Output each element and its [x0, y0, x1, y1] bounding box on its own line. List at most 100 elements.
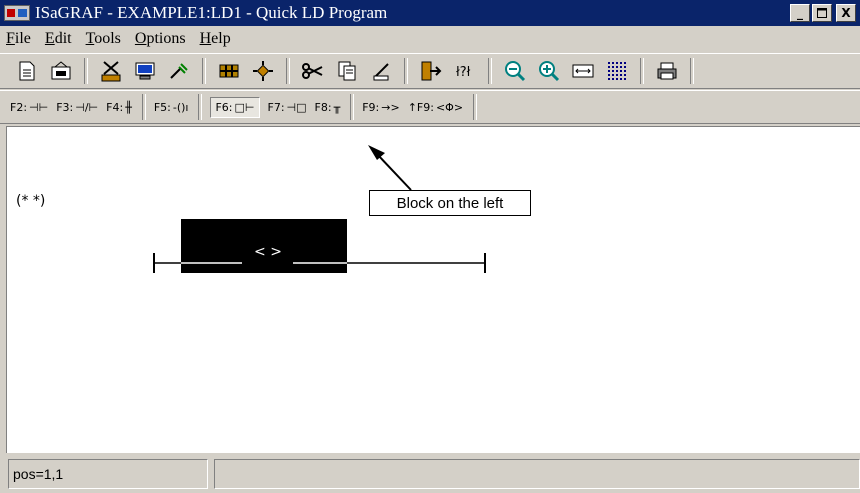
- f8-key-label: F8:: [314, 100, 332, 114]
- toolbar-separator: [350, 94, 355, 120]
- maximize-button[interactable]: [812, 4, 832, 22]
- title-bar[interactable]: ISaGRAF - EXAMPLE1:LD1 - Quick LD Progra…: [0, 0, 860, 26]
- cut-variables-icon[interactable]: [99, 59, 123, 83]
- close-button[interactable]: X: [836, 4, 856, 22]
- f2-key-label: F2:: [10, 100, 28, 114]
- f4-parallel-contact-button[interactable]: F4: ╫: [106, 101, 132, 114]
- toolbar-separator: [286, 58, 290, 84]
- label-icon: <Φ>: [435, 100, 464, 114]
- toolbar-separator: [640, 58, 644, 84]
- f2-contact-button[interactable]: F2: ⊣⊢: [10, 101, 48, 114]
- find-icon[interactable]: ł?ł: [453, 59, 477, 83]
- zoom-in-icon[interactable]: [537, 59, 561, 83]
- shift-f9-key-label: ↑F9:: [407, 100, 434, 114]
- f8-parallel-block-button[interactable]: F8: ╥: [315, 101, 341, 114]
- menu-file[interactable]: File: [0, 30, 38, 48]
- toolbar-separator: [84, 58, 88, 84]
- grid-dot: [624, 74, 626, 76]
- f3-negated-contact-button[interactable]: F3: ⊣/⊢: [56, 101, 98, 114]
- grid-dot: [608, 70, 610, 72]
- jump-icon: →>: [381, 100, 400, 114]
- resize-icon[interactable]: [571, 59, 595, 83]
- grid-dot: [608, 66, 610, 68]
- main-toolbar: ł?ł: [0, 53, 860, 89]
- svg-text:ł?ł: ł?ł: [456, 65, 471, 80]
- f7-block-right-button[interactable]: F7: ⊣□: [268, 101, 307, 114]
- copy-icon[interactable]: [335, 59, 359, 83]
- grid-dot: [612, 66, 614, 68]
- f5-key-label: F5:: [153, 100, 171, 114]
- grid-table-icon[interactable]: [217, 59, 241, 83]
- scissors-icon[interactable]: [301, 59, 325, 83]
- toolbar-separator: [488, 58, 492, 84]
- grid-dot: [616, 66, 618, 68]
- ld-function-key-toolbar: F2: ⊣⊢ F3: ⊣/⊢ F4: ╫ F5: -()ı F6: □⊢ F7: ⊣□ F8…: [0, 90, 860, 124]
- toolbar-separator: [202, 58, 206, 84]
- grid-dot: [620, 66, 622, 68]
- toolbar-separator: [198, 94, 203, 120]
- parallel-contact-icon: ╫: [125, 100, 132, 114]
- paste-icon[interactable]: [369, 59, 393, 83]
- f7-key-label: F7:: [267, 100, 285, 114]
- grid-dot: [620, 74, 622, 76]
- grid-dot: [608, 74, 610, 76]
- grid-dot: [608, 62, 610, 64]
- menu-edit-mnemonic: E: [44, 29, 55, 47]
- block-right-icon: ⊣□: [286, 100, 307, 114]
- goto-icon[interactable]: [419, 59, 443, 83]
- grid-dot: [608, 78, 610, 80]
- isagraf-app-icon[interactable]: [4, 5, 30, 21]
- maximize-icon: [817, 8, 827, 18]
- print-icon[interactable]: [655, 59, 679, 83]
- grid-dots-icon[interactable]: [605, 59, 629, 83]
- menu-options[interactable]: Options: [128, 30, 193, 48]
- minimize-button[interactable]: _: [790, 4, 810, 22]
- contact-icon: ⊣⊢: [29, 100, 49, 114]
- menu-file-rest: ile: [14, 29, 31, 47]
- f9-jump-button[interactable]: F9: →>: [362, 101, 399, 114]
- menu-help-mnemonic: H: [199, 29, 212, 47]
- block-left-icon: □⊢: [234, 100, 255, 114]
- menu-options-rest: ptions: [146, 29, 186, 47]
- toolbar-separator: [404, 58, 408, 84]
- parallel-block-icon: ╥: [333, 100, 341, 114]
- grid-dot: [624, 78, 626, 80]
- window-title: ISaGRAF - EXAMPLE1:LD1 - Quick LD Progra…: [35, 3, 388, 22]
- menu-edit-rest: dit: [54, 29, 72, 47]
- menu-edit[interactable]: Edit: [38, 30, 79, 48]
- negated-contact-icon: ⊣/⊢: [75, 100, 99, 114]
- grid-dot: [624, 70, 626, 72]
- f6-block-left-button[interactable]: F6: □⊢: [210, 96, 260, 118]
- shift-f9-label-button[interactable]: ↑F9: <Φ>: [408, 101, 463, 114]
- menu-help[interactable]: Help: [193, 30, 238, 48]
- window-controls: _ X: [790, 4, 856, 22]
- menu-help-rest: elp: [211, 29, 231, 47]
- grid-dot: [616, 70, 618, 72]
- grid-dot: [612, 62, 614, 64]
- app-window: ISaGRAF - EXAMPLE1:LD1 - Quick LD Progra…: [0, 0, 860, 493]
- grid-dot: [616, 62, 618, 64]
- f9-key-label: F9:: [362, 100, 380, 114]
- menu-bar: File Edit Tools Options Help: [0, 26, 860, 51]
- grid-dot: [620, 78, 622, 80]
- menu-tools[interactable]: Tools: [79, 30, 128, 48]
- message-status: [214, 459, 860, 489]
- wand-icon[interactable]: [167, 59, 191, 83]
- f5-coil-button[interactable]: F5: -()ı: [154, 101, 189, 114]
- network-icon[interactable]: [251, 59, 275, 83]
- position-status: pos=1,1: [8, 459, 208, 489]
- zoom-out-icon[interactable]: [503, 59, 527, 83]
- menu-options-mnemonic: O: [134, 29, 147, 47]
- tooltip-callout: Block on the left: [369, 190, 531, 216]
- ld-editor-canvas[interactable]: (* *) < > Block on the left: [6, 126, 860, 453]
- open-icon[interactable]: [49, 59, 73, 83]
- grid-dot: [612, 70, 614, 72]
- new-document-icon[interactable]: [15, 59, 39, 83]
- f3-key-label: F3:: [56, 100, 74, 114]
- toolbar-separator: [690, 58, 694, 84]
- f4-key-label: F4:: [106, 100, 124, 114]
- monitor-icon[interactable]: [133, 59, 157, 83]
- grid-dot: [620, 70, 622, 72]
- toolbar-separator: [141, 94, 146, 120]
- status-bar: pos=1,1: [0, 455, 860, 493]
